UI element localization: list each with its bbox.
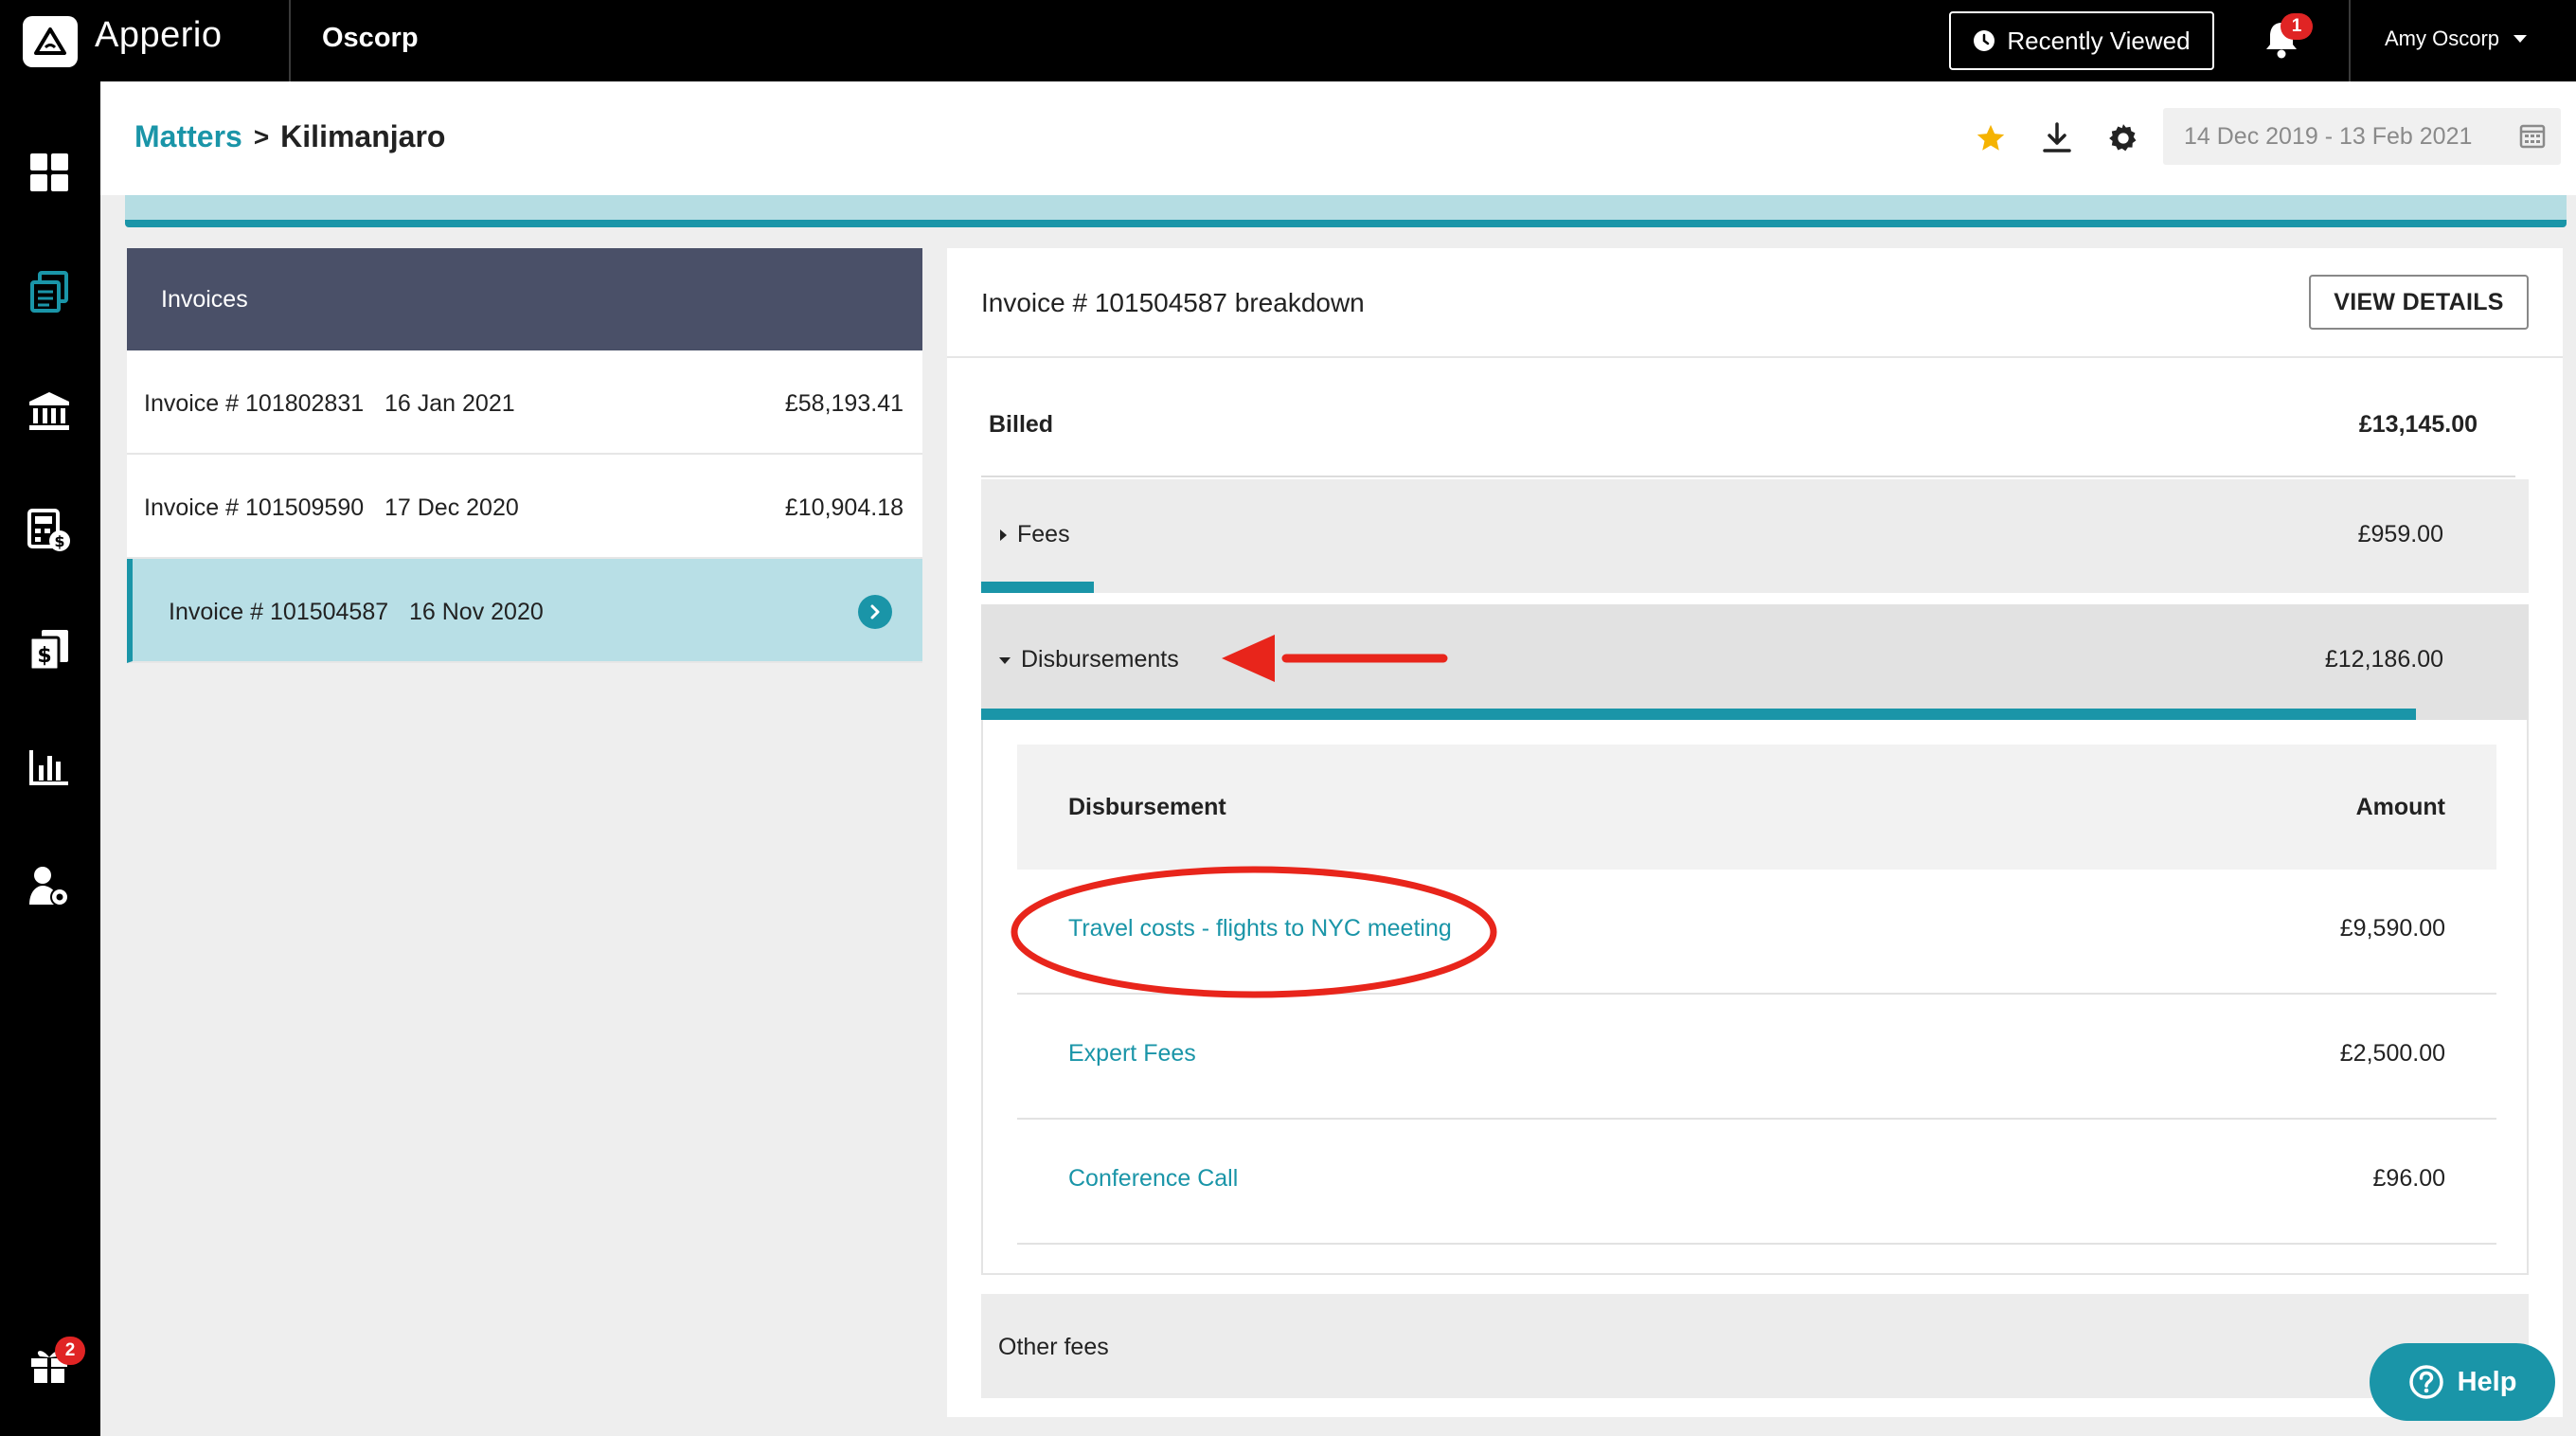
fees-label: Fees	[1017, 521, 1070, 547]
header-accent-strip	[125, 195, 2567, 227]
dashboard-icon[interactable]	[25, 148, 74, 197]
invoice-row[interactable]: Invoice # 101509590 17 Dec 2020 £10,904.…	[127, 455, 922, 559]
breadcrumb-separator: >	[253, 121, 270, 152]
svg-text:$: $	[54, 532, 64, 550]
calendar-icon[interactable]	[2519, 121, 2546, 150]
disbursements-toggle[interactable]: Disbursements	[998, 646, 1179, 673]
disbursement-link[interactable]: Travel costs - flights to NYC meeting	[1068, 915, 1452, 942]
invoice-breakdown-panel: Invoice # 101504587 breakdown VIEW DETAI…	[947, 248, 2563, 1417]
date-range-value: 14 Dec 2019 - 13 Feb 2021	[2184, 122, 2473, 150]
other-fees-section[interactable]: Other fees £0	[981, 1294, 2529, 1398]
disbursement-amount: £2,500.00	[2339, 1040, 2445, 1067]
column-header-amount: Amount	[2355, 794, 2445, 820]
disbursements-share-bar	[981, 709, 2416, 720]
help-label: Help	[2457, 1366, 2517, 1397]
recently-viewed-label: Recently Viewed	[2007, 26, 2191, 55]
breadcrumb: Matters > Kilimanjaro	[134, 119, 445, 154]
breakdown-title: Invoice # 101504587 breakdown	[981, 288, 1365, 317]
chevron-right-icon[interactable]	[858, 595, 892, 629]
gift-badge: 2	[55, 1337, 85, 1365]
billed-summary-row: Billed £13,145.00	[981, 411, 2515, 477]
invoice-number: Invoice # 101802831	[144, 390, 365, 417]
caret-down-icon	[2513, 35, 2528, 43]
clock-icon	[1974, 30, 1995, 51]
table-row: Travel costs - flights to NYC meeting £9…	[1017, 870, 2496, 995]
disbursement-amount: £9,590.00	[2339, 915, 2445, 942]
svg-text:$: $	[37, 644, 51, 668]
page-title: Kilimanjaro	[280, 119, 446, 153]
divider	[947, 356, 2563, 358]
disbursement-amount: £96.00	[2372, 1165, 2445, 1192]
bank-icon[interactable]	[25, 386, 74, 436]
disbursements-section[interactable]: Disbursements £12,186.00	[981, 604, 2529, 720]
invoice-amount: £58,193.41	[784, 390, 903, 417]
matters-documents-icon[interactable]	[25, 267, 74, 316]
topbar-divider	[2349, 0, 2351, 81]
notifications-badge: 1	[2281, 13, 2313, 40]
invoice-number: Invoice # 101509590	[144, 494, 365, 521]
table-header: Disbursement Amount	[1017, 745, 2496, 870]
fees-toggle[interactable]: Fees	[998, 521, 1070, 548]
column-header-disbursement: Disbursement	[1068, 794, 1226, 820]
question-circle-icon	[2408, 1365, 2443, 1399]
invoice-date: 16 Nov 2020	[409, 599, 544, 625]
caret-down-icon	[999, 656, 1011, 664]
organization-name[interactable]: Oscorp	[322, 23, 419, 54]
table-row: Conference Call £96.00	[1017, 1120, 2496, 1245]
settings-gear-icon[interactable]	[2104, 119, 2142, 157]
invoice-amount: £10,904.18	[784, 494, 903, 521]
invoices-dollar-icon[interactable]: $	[25, 625, 74, 674]
date-range-picker[interactable]: 14 Dec 2019 - 13 Feb 2021	[2163, 108, 2561, 165]
fees-section[interactable]: Fees £959.00	[981, 479, 2529, 593]
invoice-number: Invoice # 101504587	[169, 599, 389, 625]
view-details-button[interactable]: VIEW DETAILS	[2309, 275, 2529, 330]
table-row: Expert Fees £2,500.00	[1017, 995, 2496, 1120]
disbursements-amount: £12,186.00	[2324, 646, 2443, 673]
recently-viewed-button[interactable]: Recently Viewed	[1949, 11, 2214, 70]
invoice-date: 17 Dec 2020	[385, 494, 519, 521]
star-favorite-icon[interactable]	[1972, 119, 2010, 157]
disbursements-label: Disbursements	[1021, 646, 1179, 673]
disbursement-link[interactable]: Expert Fees	[1068, 1040, 1196, 1068]
disbursement-link[interactable]: Conference Call	[1068, 1165, 1238, 1193]
download-icon[interactable]	[2038, 119, 2076, 157]
other-fees-label: Other fees	[998, 1334, 1109, 1360]
user-menu[interactable]: Amy Oscorp	[2385, 27, 2528, 51]
caret-right-icon	[1000, 529, 1007, 541]
breadcrumb-matters-link[interactable]: Matters	[134, 119, 242, 154]
reports-bar-chart-icon[interactable]	[25, 743, 74, 792]
apperio-logo-icon[interactable]	[23, 16, 78, 67]
budget-calculator-icon[interactable]: $	[25, 506, 74, 555]
brand-name: Apperio	[95, 15, 223, 55]
disbursements-table: Disbursement Amount Travel costs - fligh…	[981, 720, 2529, 1275]
top-bar: Apperio Oscorp Recently Viewed 1 Amy Osc…	[0, 0, 2576, 81]
billed-label: Billed	[989, 411, 1054, 438]
user-settings-icon[interactable]	[25, 862, 74, 911]
invoice-row[interactable]: Invoice # 101802831 16 Jan 2021 £58,193.…	[127, 350, 922, 455]
invoices-panel: Invoices Invoice # 101802831 16 Jan 2021…	[127, 248, 922, 663]
help-button[interactable]: Help	[2370, 1343, 2555, 1421]
side-navigation: $ $	[0, 81, 100, 1436]
topbar-divider	[289, 0, 291, 81]
invoice-date: 16 Jan 2021	[385, 390, 515, 417]
billed-amount: £13,145.00	[2358, 411, 2478, 438]
invoices-panel-title: Invoices	[127, 248, 922, 350]
page-header: Matters > Kilimanjaro 14 Dec 2019 - 13 F…	[100, 81, 2576, 195]
invoice-row-selected[interactable]: Invoice # 101504587 16 Nov 2020	[127, 559, 922, 663]
fees-share-bar	[981, 582, 1095, 593]
user-name: Amy Oscorp	[2385, 27, 2500, 50]
fees-amount: £959.00	[2357, 521, 2443, 547]
